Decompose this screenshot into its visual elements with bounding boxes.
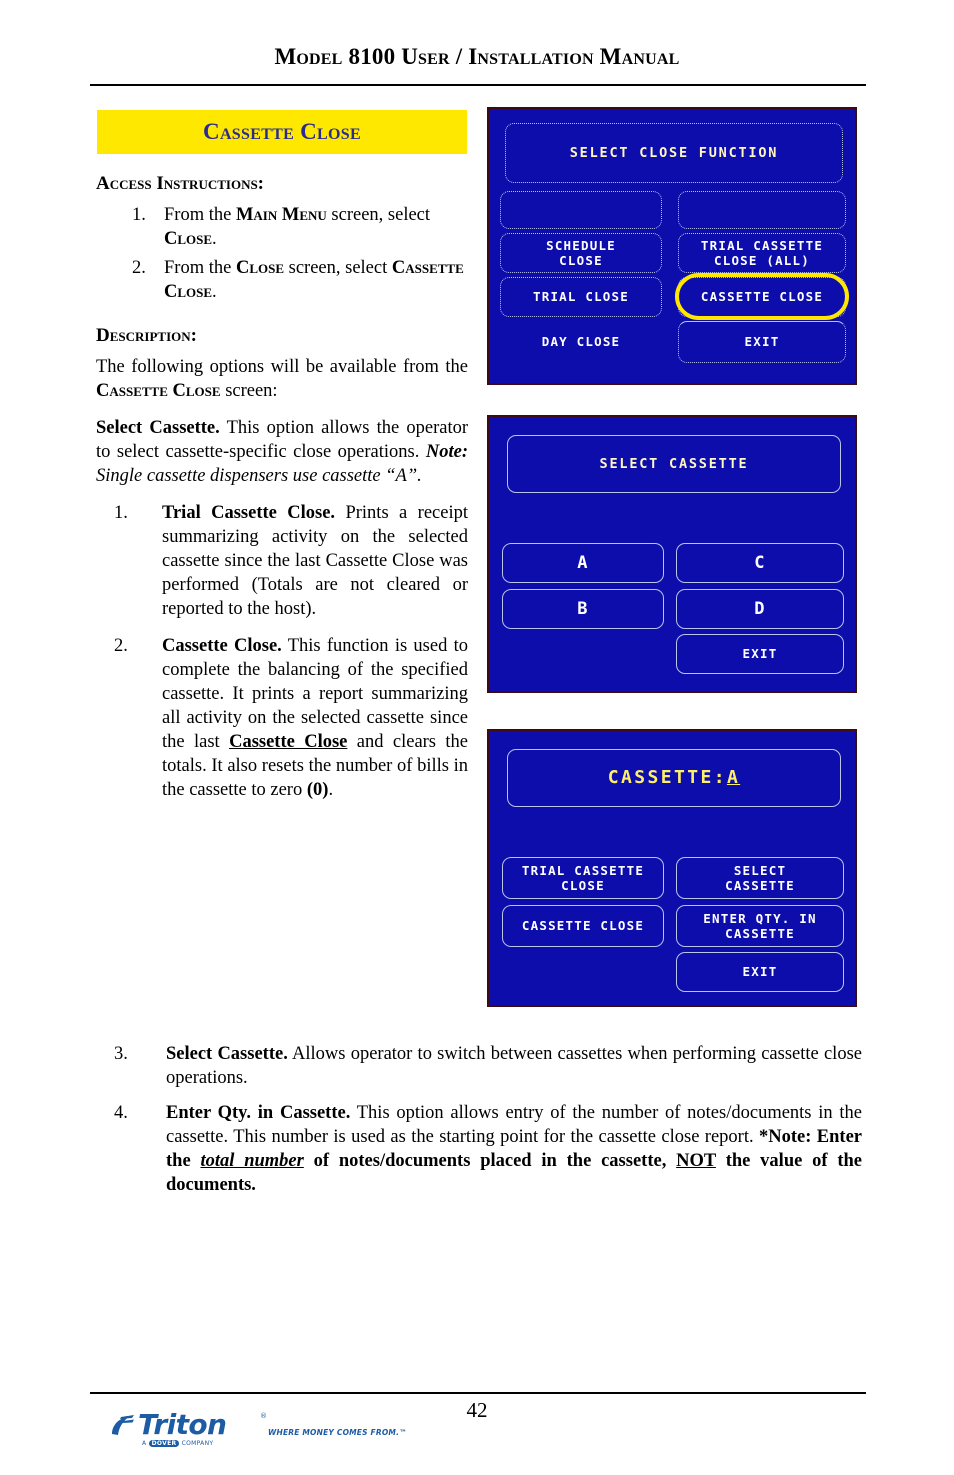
option-4-not-emphasis: NOT (676, 1151, 716, 1172)
screen1-button-cassette-close[interactable]: CASSETTE CLOSE (678, 277, 846, 317)
option-2-zero: (0) (306, 780, 329, 801)
access-list-item: 2. From the Close screen, select Cassette… (96, 256, 468, 304)
list-number: 1. (132, 204, 146, 225)
access-text-main-menu: Main Menu (235, 204, 327, 225)
note-label: Note: (425, 441, 468, 462)
access-text-b: screen, select (284, 257, 392, 278)
screen2-button-exit[interactable]: EXIT (676, 634, 844, 674)
access-list-item: 1. From the Main Menu screen, select Clos… (96, 203, 468, 251)
option-1-label: Trial Cassette Close. (162, 502, 336, 523)
screen1-button-exit[interactable]: EXIT (678, 321, 846, 363)
select-cassette-label: Select Cassette. (96, 417, 220, 438)
triton-registered-mark: ® (260, 1412, 267, 1420)
screen1-blank-button-left[interactable] (500, 191, 662, 229)
list-number: 2. (132, 257, 146, 278)
description-intro-cassette-close: Cassette Close (96, 380, 221, 401)
screen1-title-bar: SELECT CLOSE FUNCTION (505, 123, 843, 183)
list-number: 1. (114, 502, 128, 523)
access-instructions-list: 1. From the Main Menu screen, select Clos… (96, 203, 468, 304)
option-item-1: 1. Trial Cassette Close. Prints a receipt… (96, 501, 468, 621)
list-number: 3. (114, 1044, 128, 1064)
screen2-button-c[interactable]: C (676, 543, 844, 583)
options-list-upper: 1. Trial Cassette Close. Prints a receipt… (96, 501, 468, 803)
option-2-cassette-close-emphasis: Cassette Close (229, 732, 348, 753)
screen1-button-trial-cassette-close-all[interactable]: TRIAL CASSETTE CLOSE (ALL) (678, 233, 846, 273)
description-heading: Description: (96, 324, 197, 346)
screen2-button-b[interactable]: B (502, 589, 664, 629)
option-item-3: 3. Select Cassette. Allows operator to sw… (110, 1042, 862, 1090)
option-2-label: Cassette Close. (162, 636, 282, 657)
option-item-2: 2. Cassette Close. This function is used … (96, 634, 468, 802)
select-cassette-paragraph: Select Cassette. This option allows the … (96, 416, 468, 488)
atm-screen-cassette-a: CASSETTE: A TRIAL CASSETTE CLOSE SELECT C… (487, 729, 857, 1007)
screen1-blank-button-right[interactable] (678, 191, 846, 229)
option-4-label: Enter Qty. in Cassette. (166, 1103, 351, 1124)
dover-chip: DOVER (148, 1440, 180, 1447)
atm-screen-select-cassette: SELECT CASSETTE A C B D EXIT (487, 415, 857, 693)
description-intro-paragraph: The following options will be available … (96, 355, 468, 403)
page-title: Model 8100 User / Installation Manual (274, 44, 680, 69)
triton-logo: Triton ® WHERE MONEY COMES FROM.™ A DOVE… (110, 1408, 407, 1452)
dover-prefix: A (142, 1440, 147, 1447)
screen1-button-day-close[interactable]: DAY CLOSE (500, 321, 662, 363)
dover-company-line: A DOVER COMPANY (142, 1440, 213, 1447)
screen3-title-bar: CASSETTE: A (507, 749, 841, 807)
access-text-a: From the (164, 257, 236, 278)
list-number: 2. (114, 636, 128, 657)
access-text-close: Close (164, 228, 213, 249)
access-text-c: . (212, 281, 217, 302)
triton-swoosh-icon (112, 1415, 134, 1435)
header-divider (90, 84, 866, 86)
atm-screen-select-close-function: SELECT CLOSE FUNCTION SCHEDULE CLOSE TRI… (487, 107, 857, 385)
screen3-button-select-cassette[interactable]: SELECT CASSETTE (676, 857, 844, 899)
note-body: Single cassette dispensers use cassette … (96, 465, 422, 486)
screen3-button-exit[interactable]: EXIT (676, 952, 844, 992)
screen3-button-trial-cassette-close[interactable]: TRIAL CASSETTE CLOSE (502, 857, 664, 899)
screen2-button-a[interactable]: A (502, 543, 664, 583)
option-3-label: Select Cassette. (166, 1044, 288, 1064)
access-text-c: . (212, 228, 217, 249)
triton-wordmark: Triton (138, 1408, 227, 1441)
access-text-a: From the (164, 204, 236, 225)
access-text-b: screen, select (326, 204, 431, 225)
screen2-button-d[interactable]: D (676, 589, 844, 629)
option-4-note-b: of notes/documents placed in the cassett… (303, 1151, 677, 1172)
option-4-total-number-emphasis: total number (200, 1151, 304, 1172)
bottom-text-column: 3. Select Cassette. Allows operator to sw… (110, 1042, 862, 1208)
access-text-close: Close (235, 257, 284, 278)
left-text-column: Access Instructions: 1. From the Main Men… (96, 172, 468, 815)
description-intro-b: screen: (220, 380, 278, 401)
screen3-title-text: CASSETTE: (607, 767, 727, 789)
description-intro-a: The following options will be available … (96, 356, 468, 377)
option-item-4: 4. Enter Qty. in Cassette. This option al… (110, 1101, 862, 1197)
option-2-body-c: . (328, 780, 334, 801)
triton-tagline: WHERE MONEY COMES FROM.™ (268, 1428, 407, 1437)
screen3-button-cassette-close[interactable]: CASSETTE CLOSE (502, 905, 664, 947)
screen1-button-schedule-close[interactable]: SCHEDULE CLOSE (500, 233, 662, 273)
section-banner-title: Cassette Close (203, 119, 361, 144)
screen1-button-trial-close[interactable]: TRIAL CLOSE (500, 277, 662, 317)
list-number: 4. (114, 1103, 128, 1124)
dover-suffix: COMPANY (181, 1440, 214, 1447)
footer-divider (90, 1392, 866, 1394)
section-banner: Cassette Close (97, 110, 467, 154)
screen2-title-bar: SELECT CASSETTE (507, 435, 841, 493)
page-header: Model 8100 User / Installation Manual (0, 44, 954, 70)
screen3-button-enter-qty-in-cassette[interactable]: ENTER QTY. IN CASSETTE (676, 905, 844, 947)
options-list-lower: 3. Select Cassette. Allows operator to sw… (110, 1042, 862, 1197)
access-instructions-heading: Access Instructions: (96, 173, 265, 194)
screen3-title-cassette-letter: A (726, 767, 741, 789)
